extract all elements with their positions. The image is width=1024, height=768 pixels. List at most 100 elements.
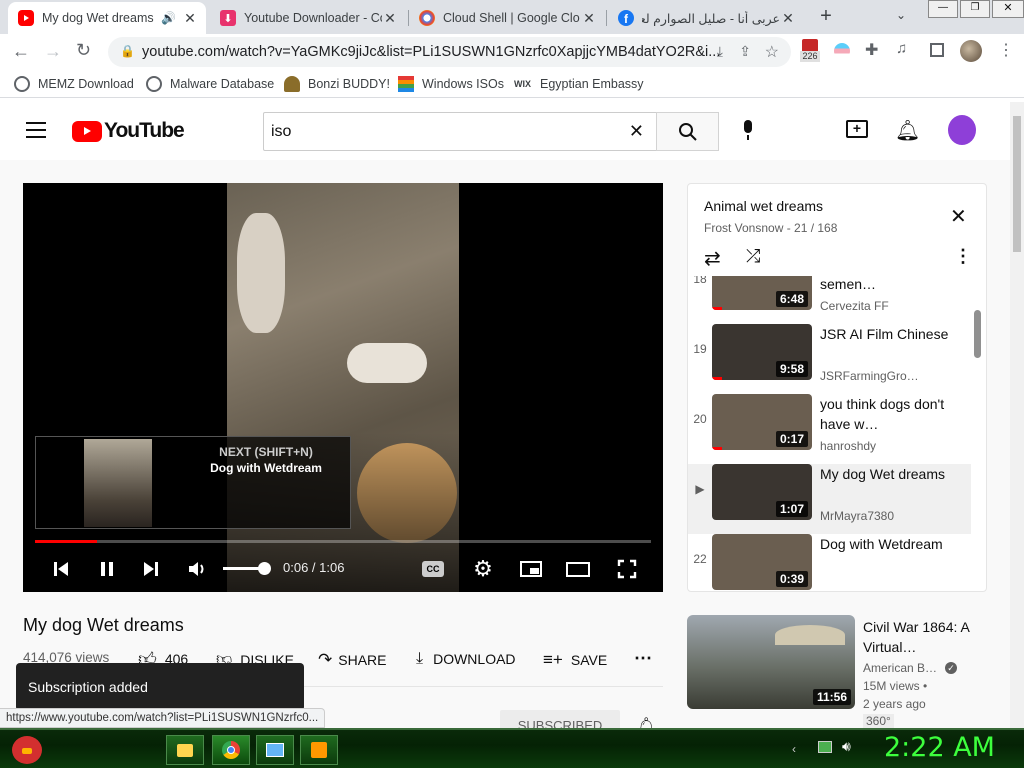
back-arrow-icon[interactable]: ←	[12, 41, 30, 62]
playlist-item-thumbnail[interactable]: 0:17	[712, 394, 812, 450]
taskbar-clock[interactable]: 2:22 AM	[884, 732, 995, 763]
html-app-taskbar-icon[interactable]	[300, 735, 338, 765]
download-button[interactable]: ⤓ DOWNLOAD	[416, 650, 516, 668]
bookmark-bonzi[interactable]: Bonzi BUDDY!	[284, 76, 390, 92]
playlist-item-thumbnail[interactable]: 6:48	[712, 276, 812, 310]
tab-close-icon[interactable]: ✕	[581, 10, 597, 27]
share-button[interactable]: ↷ SHARE	[318, 650, 386, 670]
save-button[interactable]: ≡+ SAVE	[543, 650, 607, 670]
playlist-item-thumbnail[interactable]: 1:07	[712, 464, 812, 520]
tab-youtube[interactable]: My dog Wet dreams 🔊 ✕	[8, 2, 206, 34]
volume-slider[interactable]	[223, 562, 272, 575]
recommendation-title[interactable]: Civil War 1864: A Virtual…	[863, 617, 978, 657]
video-player[interactable]: NEXT (SHIFT+N) Dog with Wetdream 0:06 / …	[23, 183, 663, 592]
windows-flag-icon	[398, 76, 414, 92]
playlist-menu-icon[interactable]: ⋮	[954, 246, 972, 267]
more-actions-icon[interactable]: ⋯	[634, 648, 652, 669]
search-input[interactable]: iso ✕	[263, 112, 657, 151]
audio-playing-icon[interactable]: 🔊	[161, 11, 176, 25]
tab-facebook[interactable]: f عربى أنا - صليل الصوارم لعبة الم ✕	[608, 2, 804, 34]
youtube-logo[interactable]: YouTube	[72, 119, 185, 143]
subscribed-button[interactable]: SUBSCRIBED	[500, 710, 620, 730]
bookmark-egyptian-embassy[interactable]: WIX Egyptian Embassy	[514, 76, 644, 92]
close-playlist-icon[interactable]: ✕	[950, 204, 967, 229]
progress-bar[interactable]	[35, 540, 651, 543]
shuffle-playlist-icon[interactable]: ⤮	[746, 246, 760, 267]
playlist-item[interactable]: 19 9:58 JSR AI Film Chinese JSRFarmingGro…	[688, 324, 971, 394]
bookmark-malware-db[interactable]: Malware Database	[146, 76, 274, 92]
share-arrow-icon: ↷	[318, 650, 333, 669]
new-tab-button[interactable]: +	[814, 6, 838, 28]
install-app-icon[interactable]: ⤓	[717, 43, 723, 60]
browser-menu-icon[interactable]: ⋮	[998, 40, 1014, 60]
chrome-taskbar-icon[interactable]	[212, 735, 250, 765]
volume-icon[interactable]	[185, 557, 209, 581]
address-bar[interactable]: 🔒 youtube.com/watch?v=YaGMKc9jiJc&list=P…	[108, 37, 791, 67]
bookmark-label: MEMZ Download	[38, 77, 134, 91]
search-button[interactable]	[656, 112, 719, 151]
hamburger-menu-icon[interactable]	[26, 122, 46, 138]
extension-calendar-icon[interactable]: 226	[800, 39, 820, 65]
tab-close-icon[interactable]: ✕	[382, 10, 398, 27]
theater-mode-icon[interactable]	[566, 557, 590, 581]
lock-icon[interactable]: 🔒	[120, 44, 135, 58]
playlist-item[interactable]: 18 6:48 Extraction de semen… Cervezita FF	[688, 276, 971, 324]
volume-tray-icon[interactable]: 🔊︎	[842, 738, 851, 755]
side-panel-icon[interactable]	[930, 43, 944, 57]
tab-youtube-downloader[interactable]: ⬇ Youtube Downloader - Con ✕	[210, 2, 406, 34]
miniplayer-icon[interactable]	[519, 557, 543, 581]
playlist-scrollbar-thumb[interactable]	[974, 310, 981, 358]
reload-icon[interactable]: ↻	[76, 40, 91, 61]
tab-close-icon[interactable]: ✕	[182, 10, 198, 27]
bookmark-star-icon[interactable]: ☆	[765, 42, 779, 62]
playlist-item[interactable]: 22 0:39 Dog with Wetdream	[688, 534, 971, 591]
subtitles-cc-icon[interactable]: CC	[421, 557, 445, 581]
show-hidden-icons-icon[interactable]: ‹	[792, 742, 796, 756]
bookmark-windows-isos[interactable]: Windows ISOs	[398, 76, 504, 92]
playlist-item-index: 20	[693, 412, 707, 426]
previous-video-icon[interactable]	[49, 557, 73, 581]
file-explorer-taskbar-icon[interactable]	[166, 735, 204, 765]
page-scrollbar-thumb[interactable]	[1013, 116, 1021, 252]
window-app-taskbar-icon[interactable]	[256, 735, 294, 765]
playlist-item-duration: 0:39	[775, 571, 808, 587]
playlist-title[interactable]: Animal wet dreams	[704, 198, 823, 214]
extensions-puzzle-icon[interactable]: ✚	[865, 40, 878, 60]
recommendation-duration: 11:56	[812, 689, 851, 705]
clear-search-icon[interactable]: ✕	[629, 121, 644, 142]
close-window-icon[interactable]: ✕	[992, 0, 1024, 18]
recommendation-channel[interactable]: American B… ✓	[863, 661, 958, 675]
bookmark-memz[interactable]: MEMZ Download	[14, 76, 134, 92]
tab-cloud-shell[interactable]: Cloud Shell | Google Clo ✕	[409, 2, 605, 34]
playlist-item-thumbnail[interactable]: 9:58	[712, 324, 812, 380]
start-button-angry-bird-icon[interactable]	[8, 732, 48, 768]
loop-playlist-icon[interactable]: ⇄	[704, 246, 721, 271]
next-video-preview[interactable]: NEXT (SHIFT+N) Dog with Wetdream	[35, 436, 351, 529]
flag-extension-icon[interactable]	[834, 43, 850, 59]
notifications-bell-icon[interactable]: 🔔︎	[895, 118, 920, 143]
create-video-icon[interactable]: +	[846, 120, 868, 138]
watch-page: NEXT (SHIFT+N) Dog with Wetdream 0:06 / …	[0, 160, 1010, 730]
fullscreen-icon[interactable]	[615, 557, 639, 581]
minimize-icon[interactable]: —	[928, 0, 958, 18]
tab-close-icon[interactable]: ✕	[780, 10, 796, 27]
network-tray-icon[interactable]	[818, 741, 832, 753]
settings-gear-icon[interactable]: ⚙	[471, 556, 495, 581]
recommendation-thumbnail[interactable]: 11:56	[687, 615, 855, 709]
globe-icon	[146, 76, 162, 92]
playlist-item-thumbnail[interactable]: 0:39	[712, 534, 812, 590]
profile-avatar[interactable]	[960, 40, 982, 62]
voice-search-microphone-icon[interactable]	[738, 120, 758, 144]
playlist-item[interactable]: ▶ 1:07 My dog Wet dreams MrMayra7380	[688, 464, 971, 534]
playlist-item[interactable]: 20 0:17 you think dogs don't have w… hanros…	[688, 394, 971, 464]
windows-taskbar: ‹ 🔊︎ 2:22 AM	[0, 728, 1024, 768]
page-scrollbar[interactable]	[1010, 102, 1024, 728]
pause-icon[interactable]	[95, 557, 119, 581]
forward-arrow-icon[interactable]: →	[44, 41, 62, 62]
user-avatar[interactable]	[948, 115, 976, 145]
tab-search-chevron-icon[interactable]: ⌄	[896, 8, 906, 22]
restore-icon[interactable]: ❐	[960, 0, 990, 18]
share-icon[interactable]: ⇪	[739, 43, 751, 60]
media-control-icon[interactable]: ♫	[896, 40, 907, 57]
next-video-icon[interactable]	[139, 557, 163, 581]
